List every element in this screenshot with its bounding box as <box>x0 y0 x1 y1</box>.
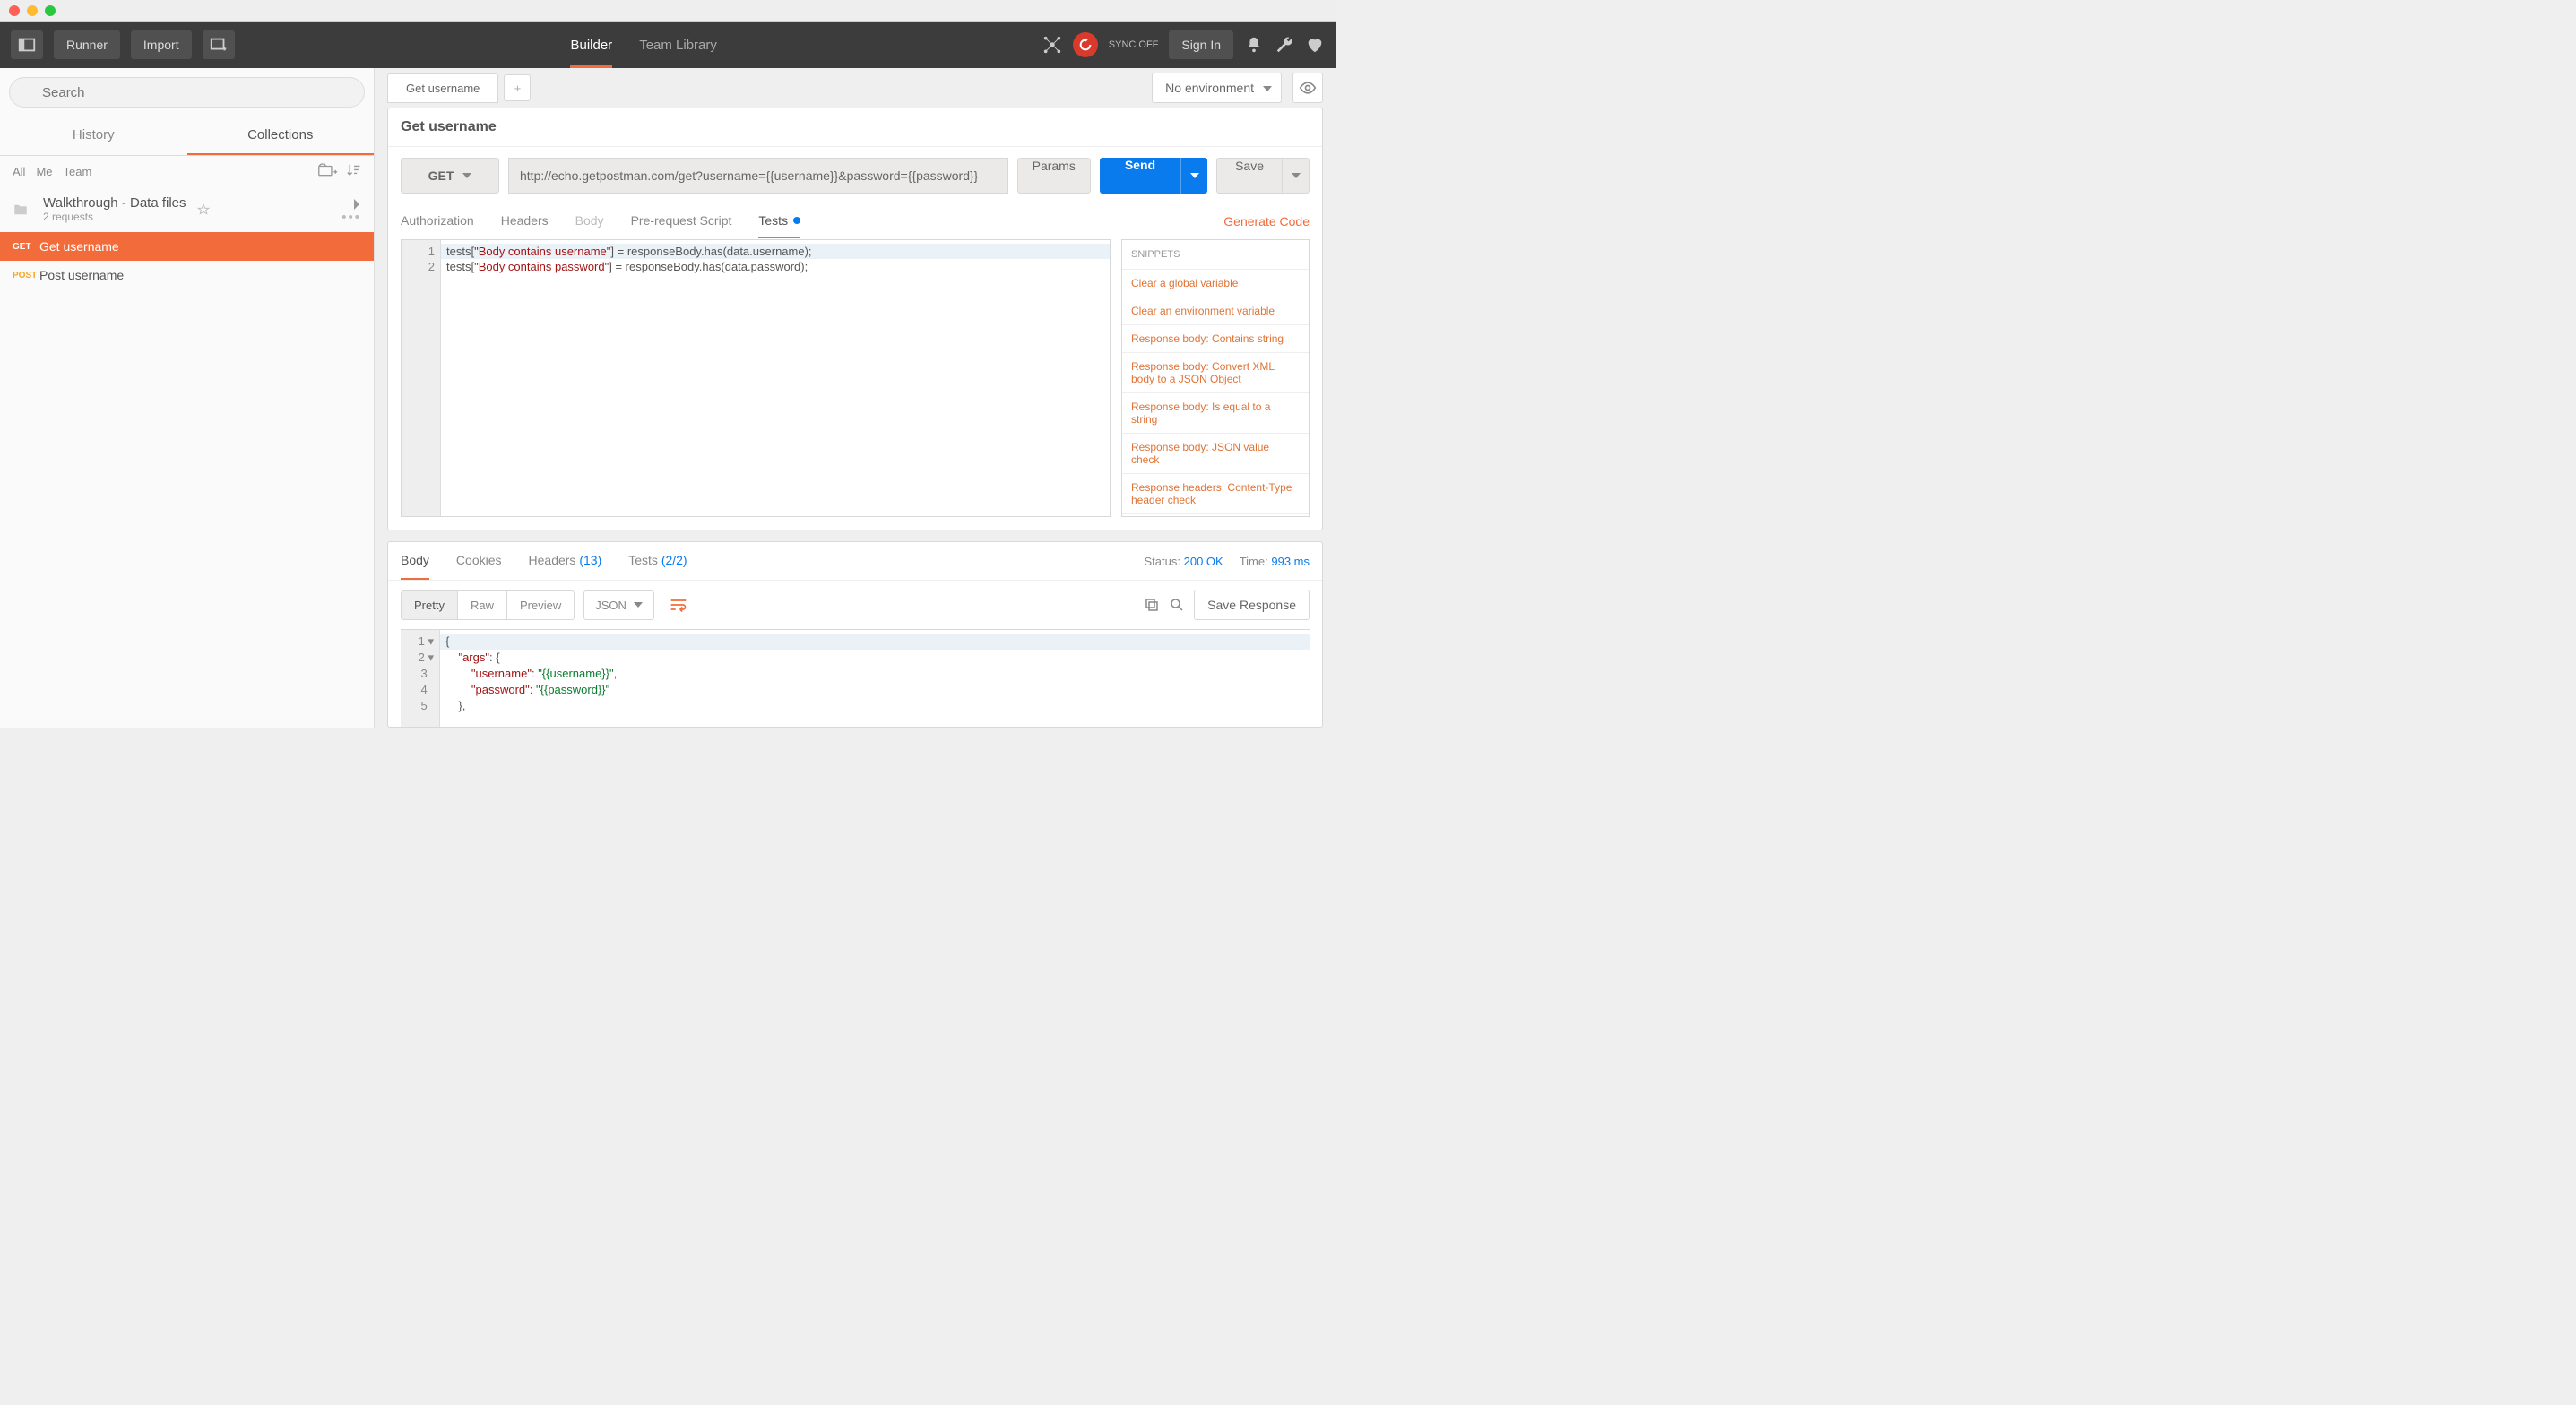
maximize-window-icon[interactable] <box>45 5 56 16</box>
search-response-icon[interactable] <box>1169 597 1185 613</box>
view-mode-group: Pretty Raw Preview <box>401 590 575 620</box>
window-titlebar <box>0 0 1336 22</box>
environment-select[interactable]: No environment <box>1152 73 1282 103</box>
snippet-item[interactable]: Clear a global variable <box>1122 270 1309 297</box>
heart-icon[interactable] <box>1305 35 1325 55</box>
url-input[interactable] <box>508 158 1008 194</box>
collections-tab[interactable]: Collections <box>187 116 375 155</box>
status-value: 200 OK <box>1184 555 1223 568</box>
request-tab[interactable]: Get username <box>387 73 498 103</box>
save-button[interactable]: Save <box>1216 158 1283 194</box>
prerequest-tab[interactable]: Pre-request Script <box>631 204 732 238</box>
generate-code-link[interactable]: Generate Code <box>1223 214 1310 228</box>
builder-tab[interactable]: Builder <box>570 22 612 68</box>
send-button[interactable]: Send <box>1100 158 1180 194</box>
star-icon[interactable] <box>197 203 210 216</box>
snippet-item[interactable]: Response body: Convert XML body to a JSO… <box>1122 353 1309 393</box>
time-value: 993 ms <box>1271 555 1310 568</box>
filter-team[interactable]: Team <box>64 165 92 178</box>
chevron-down-icon <box>462 171 471 180</box>
content-area: Get username + No environment Get userna… <box>375 68 1336 728</box>
snippet-item[interactable]: Response headers: Content-Type header ch… <box>1122 474 1309 514</box>
headers-tab[interactable]: Headers <box>501 204 549 238</box>
request-title: Get username <box>388 108 1322 147</box>
snippets-header: SNIPPETS <box>1122 240 1309 270</box>
wrench-icon[interactable] <box>1275 35 1294 55</box>
preview-view-button[interactable]: Preview <box>506 591 574 619</box>
import-button[interactable]: Import <box>131 30 192 59</box>
save-dropdown[interactable] <box>1283 158 1310 194</box>
snippet-item[interactable]: Clear an environment variable <box>1122 297 1309 325</box>
response-tests-tab[interactable]: Tests (2/2) <box>628 542 687 580</box>
bell-icon[interactable] <box>1244 35 1264 55</box>
response-body-editor[interactable]: 1 ▾2 ▾3 4 5 { "args": { "username": "{{u… <box>401 629 1310 727</box>
response-headers-tab[interactable]: Headers (13) <box>529 542 602 580</box>
app-header: Runner Import Builder Team Library SYNC … <box>0 22 1336 68</box>
chevron-down-icon <box>634 600 643 609</box>
method-badge: GET <box>13 242 39 252</box>
pretty-view-button[interactable]: Pretty <box>402 591 457 619</box>
filter-me[interactable]: Me <box>36 165 52 178</box>
minimize-window-icon[interactable] <box>27 5 38 16</box>
runner-button[interactable]: Runner <box>54 30 120 59</box>
snippet-item[interactable]: Response body: JSON value check <box>1122 434 1309 474</box>
raw-view-button[interactable]: Raw <box>457 591 506 619</box>
auth-tab[interactable]: Authorization <box>401 204 474 238</box>
close-window-icon[interactable] <box>9 5 20 16</box>
sort-icon[interactable] <box>347 163 361 179</box>
time-label: Time: <box>1240 555 1268 568</box>
request-item-get-username[interactable]: GET Get username <box>0 232 374 261</box>
copy-icon[interactable] <box>1144 597 1160 613</box>
snippet-item[interactable]: Response body: Contains string <box>1122 325 1309 353</box>
search-input[interactable] <box>9 77 365 108</box>
tests-editor[interactable]: 12 tests["Body contains username"] = res… <box>401 239 1111 517</box>
more-icon[interactable]: ••• <box>341 210 361 225</box>
status-label: Status: <box>1145 555 1180 568</box>
request-panel: Get username GET Params Send Save Au <box>387 108 1323 530</box>
wrap-lines-button[interactable] <box>663 590 694 620</box>
line-gutter: 1 ▾2 ▾3 4 5 <box>401 630 440 727</box>
collection-meta: 2 requests <box>43 211 186 223</box>
view-env-button[interactable] <box>1292 73 1323 103</box>
sign-in-button[interactable]: Sign In <box>1169 30 1233 59</box>
send-dropdown[interactable] <box>1180 158 1207 194</box>
snippet-item[interactable]: Response time is less than 200ms <box>1122 514 1309 517</box>
line-gutter: 12 <box>402 240 441 516</box>
save-response-button[interactable]: Save Response <box>1194 590 1310 620</box>
folder-icon <box>13 202 29 218</box>
sidebar: History Collections All Me Team Walkthro… <box>0 68 375 728</box>
add-collection-icon[interactable] <box>318 163 338 179</box>
history-tab[interactable]: History <box>0 116 187 155</box>
sync-status-label: SYNC OFF <box>1109 39 1159 50</box>
params-button[interactable]: Params <box>1017 158 1091 194</box>
method-select[interactable]: GET <box>401 158 499 194</box>
new-window-button[interactable] <box>203 30 235 59</box>
format-select[interactable]: JSON <box>583 590 654 620</box>
collection-name: Walkthrough - Data files <box>43 195 186 211</box>
chevron-down-icon <box>1263 84 1272 93</box>
snippets-panel: SNIPPETS Clear a global variable Clear a… <box>1121 239 1310 517</box>
filter-all[interactable]: All <box>13 165 25 178</box>
request-name: Get username <box>39 239 119 254</box>
request-name: Post username <box>39 268 124 282</box>
snippet-item[interactable]: Response body: Is equal to a string <box>1122 393 1309 434</box>
toggle-sidebar-button[interactable] <box>11 30 43 59</box>
response-body-tab[interactable]: Body <box>401 542 429 580</box>
tests-tab[interactable]: Tests <box>758 204 800 238</box>
team-library-tab[interactable]: Team Library <box>639 22 717 68</box>
response-panel: Body Cookies Headers (13) Tests (2/2) St… <box>387 541 1323 728</box>
body-tab[interactable]: Body <box>575 204 604 238</box>
tests-modified-indicator <box>793 217 800 224</box>
method-badge: POST <box>13 271 39 280</box>
proxy-icon[interactable] <box>1042 35 1062 55</box>
collection-header[interactable]: Walkthrough - Data files 2 requests ••• <box>0 186 374 232</box>
add-tab-button[interactable]: + <box>504 74 531 101</box>
request-item-post-username[interactable]: POST Post username <box>0 261 374 289</box>
response-cookies-tab[interactable]: Cookies <box>456 542 502 580</box>
sync-icon[interactable] <box>1073 32 1098 57</box>
